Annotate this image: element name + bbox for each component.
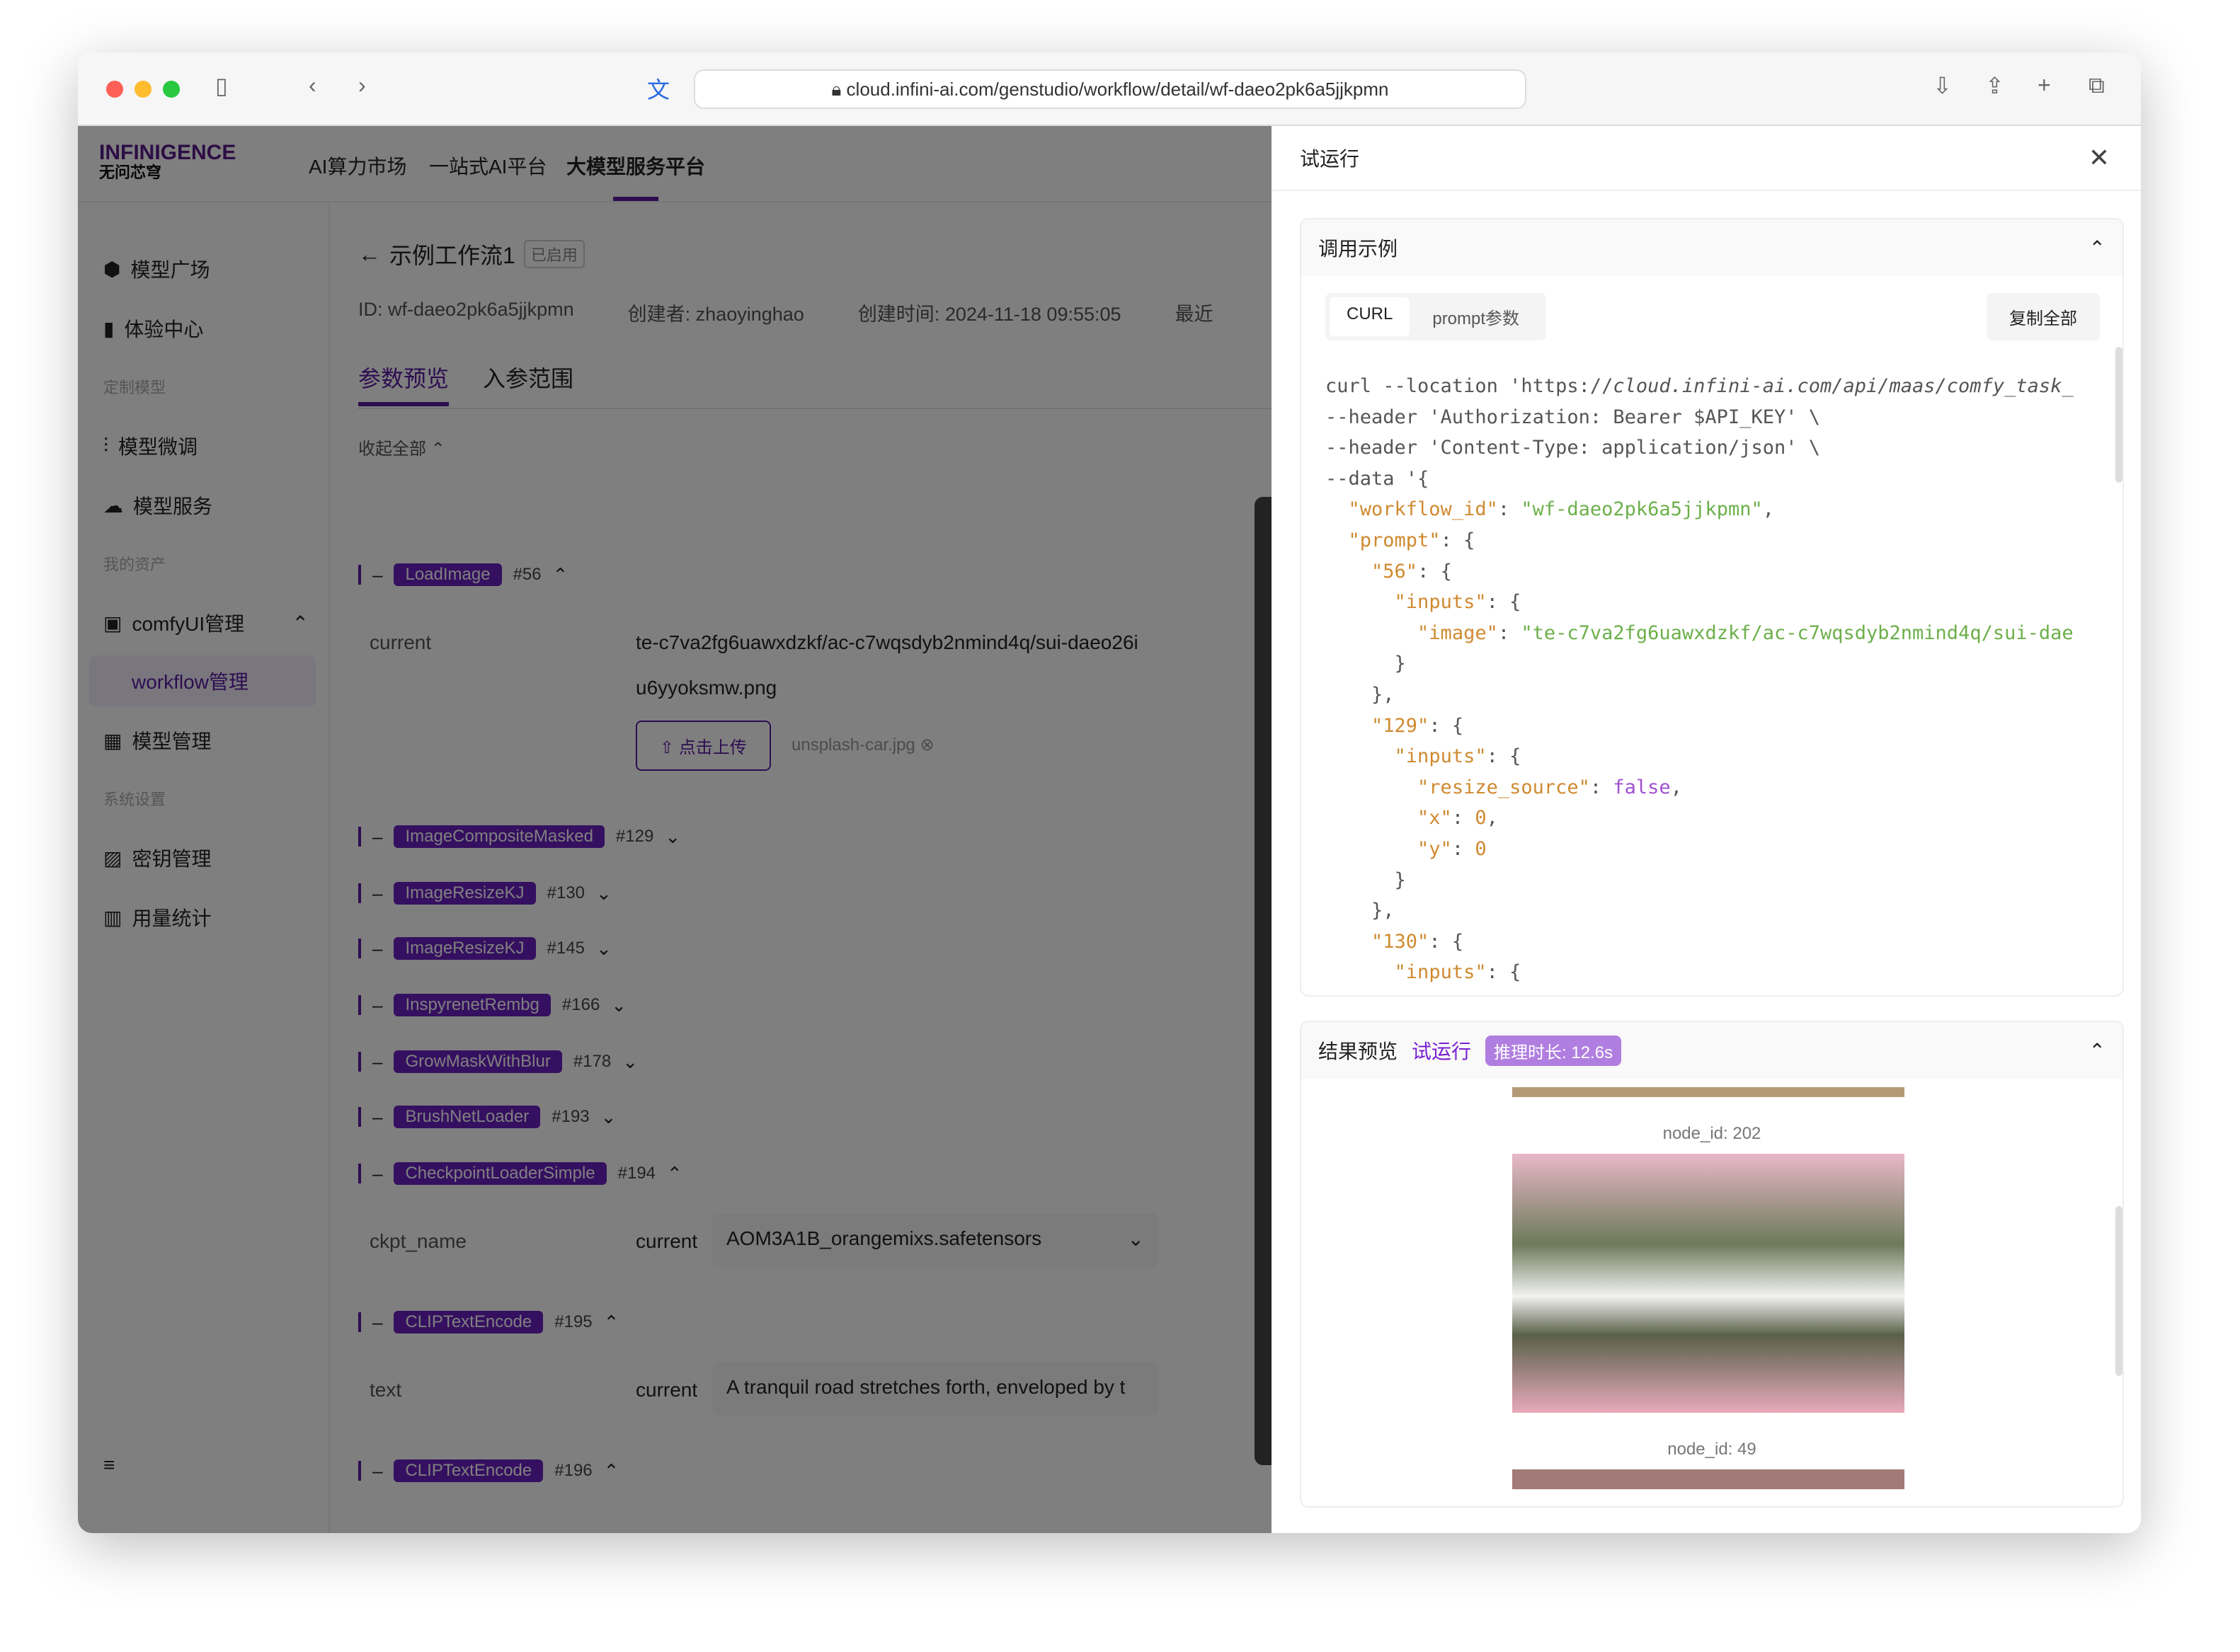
drawer-title: 试运行 <box>1300 148 1360 170</box>
workflow-page: INFINIGENCE无问芯穹 AI算力市场 一站式AI平台 大模型服务平台 ⬢… <box>78 126 1286 1533</box>
result-card: 结果预览 试运行 推理时长: 12.6s ⌃ node_id: 202 node… <box>1300 1021 2124 1508</box>
image-caption: node_id: 202 <box>1662 1124 1761 1143</box>
image-caption: node_id: 49 <box>1667 1440 1756 1459</box>
chevron-up-icon[interactable]: ⌃ <box>2089 1039 2105 1062</box>
result-image <box>1512 1154 1904 1413</box>
example-card: 调用示例 ⌃ CURL prompt参数 复制全部 curl --location… <box>1300 218 2124 997</box>
tab-curl[interactable]: CURL <box>1330 297 1410 336</box>
close-icon[interactable]: ✕ <box>2088 143 2110 173</box>
duration-badge: 推理时长: 12.6s <box>1485 1035 1622 1066</box>
example-header[interactable]: 调用示例 ⌃ <box>1301 219 2122 276</box>
lock-icon: 🔒︎ <box>831 79 847 100</box>
maximize-window-button[interactable] <box>163 81 180 98</box>
new-tab-icon[interactable]: + <box>2038 72 2051 98</box>
forward-icon[interactable]: › <box>358 72 366 98</box>
result-header: 结果预览 试运行 推理时长: 12.6s ⌃ <box>1301 1022 2122 1079</box>
url-text: cloud.infini-ai.com/genstudio/workflow/d… <box>846 79 1389 100</box>
code-scrollbar[interactable] <box>2115 347 2122 483</box>
result-scrollbar[interactable] <box>2115 1206 2122 1376</box>
result-image <box>1512 1469 1904 1489</box>
address-bar[interactable]: 🔒︎ cloud.infini-ai.com/genstudio/workflo… <box>694 69 1526 109</box>
tabs-icon[interactable]: ⧉ <box>2088 72 2105 99</box>
sidebar-toggle-icon[interactable]: ▯ <box>215 72 228 99</box>
tab-prompt-params[interactable]: prompt参数 <box>1410 297 1542 336</box>
modal-overlay[interactable] <box>78 126 1272 1533</box>
copy-all-button[interactable]: 复制全部 <box>1987 293 2100 340</box>
trial-run-drawer: 试运行 ✕ 调用示例 ⌃ CURL prompt参数 复制全部 curl --lo… <box>1272 126 2141 1533</box>
browser-window: ▯ ‹ › 文 🔒︎ cloud.infini-ai.com/genstudio… <box>78 52 2141 1533</box>
back-icon[interactable]: ‹ <box>309 72 316 98</box>
code-sample: curl --location 'https://cloud.infini-ai… <box>1325 375 2074 984</box>
browser-toolbar: ▯ ‹ › 文 🔒︎ cloud.infini-ai.com/genstudio… <box>78 52 2141 126</box>
minimize-window-button[interactable] <box>135 81 152 98</box>
result-image <box>1512 1087 1904 1097</box>
download-icon[interactable]: ⇩ <box>1933 72 1952 99</box>
share-icon[interactable]: ⇪ <box>1985 72 2004 99</box>
chevron-up-icon[interactable]: ⌃ <box>2089 236 2105 260</box>
translate-icon[interactable]: 文 <box>647 72 670 105</box>
trial-run-link[interactable]: 试运行 <box>1412 1036 1471 1065</box>
close-window-button[interactable] <box>106 81 123 98</box>
